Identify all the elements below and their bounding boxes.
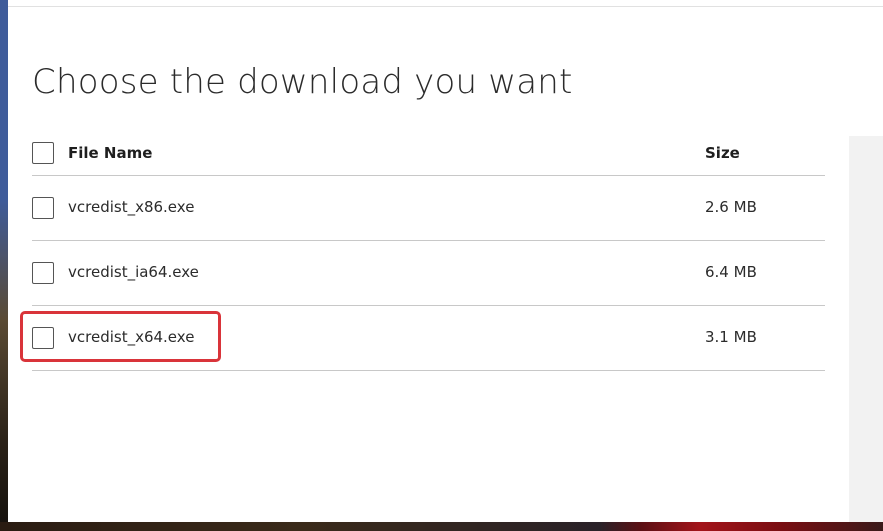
background-bottom-edge	[0, 522, 883, 531]
select-all-checkbox[interactable]	[32, 142, 54, 164]
row-checkbox[interactable]	[32, 197, 54, 219]
table-row[interactable]: vcredist_x64.exe 3.1 MB	[32, 306, 825, 371]
file-name: vcredist_x86.exe	[68, 198, 195, 216]
file-name: vcredist_ia64.exe	[68, 263, 199, 281]
file-size: 2.6 MB	[705, 198, 757, 216]
top-divider	[8, 6, 883, 7]
download-dialog: Choose the download you want File Name S…	[8, 0, 883, 522]
file-name: vcredist_x64.exe	[68, 328, 195, 346]
page-title: Choose the download you want	[32, 62, 573, 102]
column-header-file-name[interactable]: File Name	[68, 144, 152, 162]
background-left-edge	[0, 0, 8, 531]
table-row[interactable]: vcredist_x86.exe 2.6 MB	[32, 176, 825, 241]
column-header-size[interactable]: Size	[705, 144, 740, 162]
row-checkbox[interactable]	[32, 262, 54, 284]
table-row[interactable]: vcredist_ia64.exe 6.4 MB	[32, 241, 825, 306]
download-table: File Name Size vcredist_x86.exe 2.6 MB v…	[32, 131, 825, 371]
right-side-panel	[849, 136, 883, 522]
table-header-row: File Name Size	[32, 131, 825, 176]
file-size: 6.4 MB	[705, 263, 757, 281]
row-checkbox[interactable]	[32, 327, 54, 349]
file-size: 3.1 MB	[705, 328, 757, 346]
